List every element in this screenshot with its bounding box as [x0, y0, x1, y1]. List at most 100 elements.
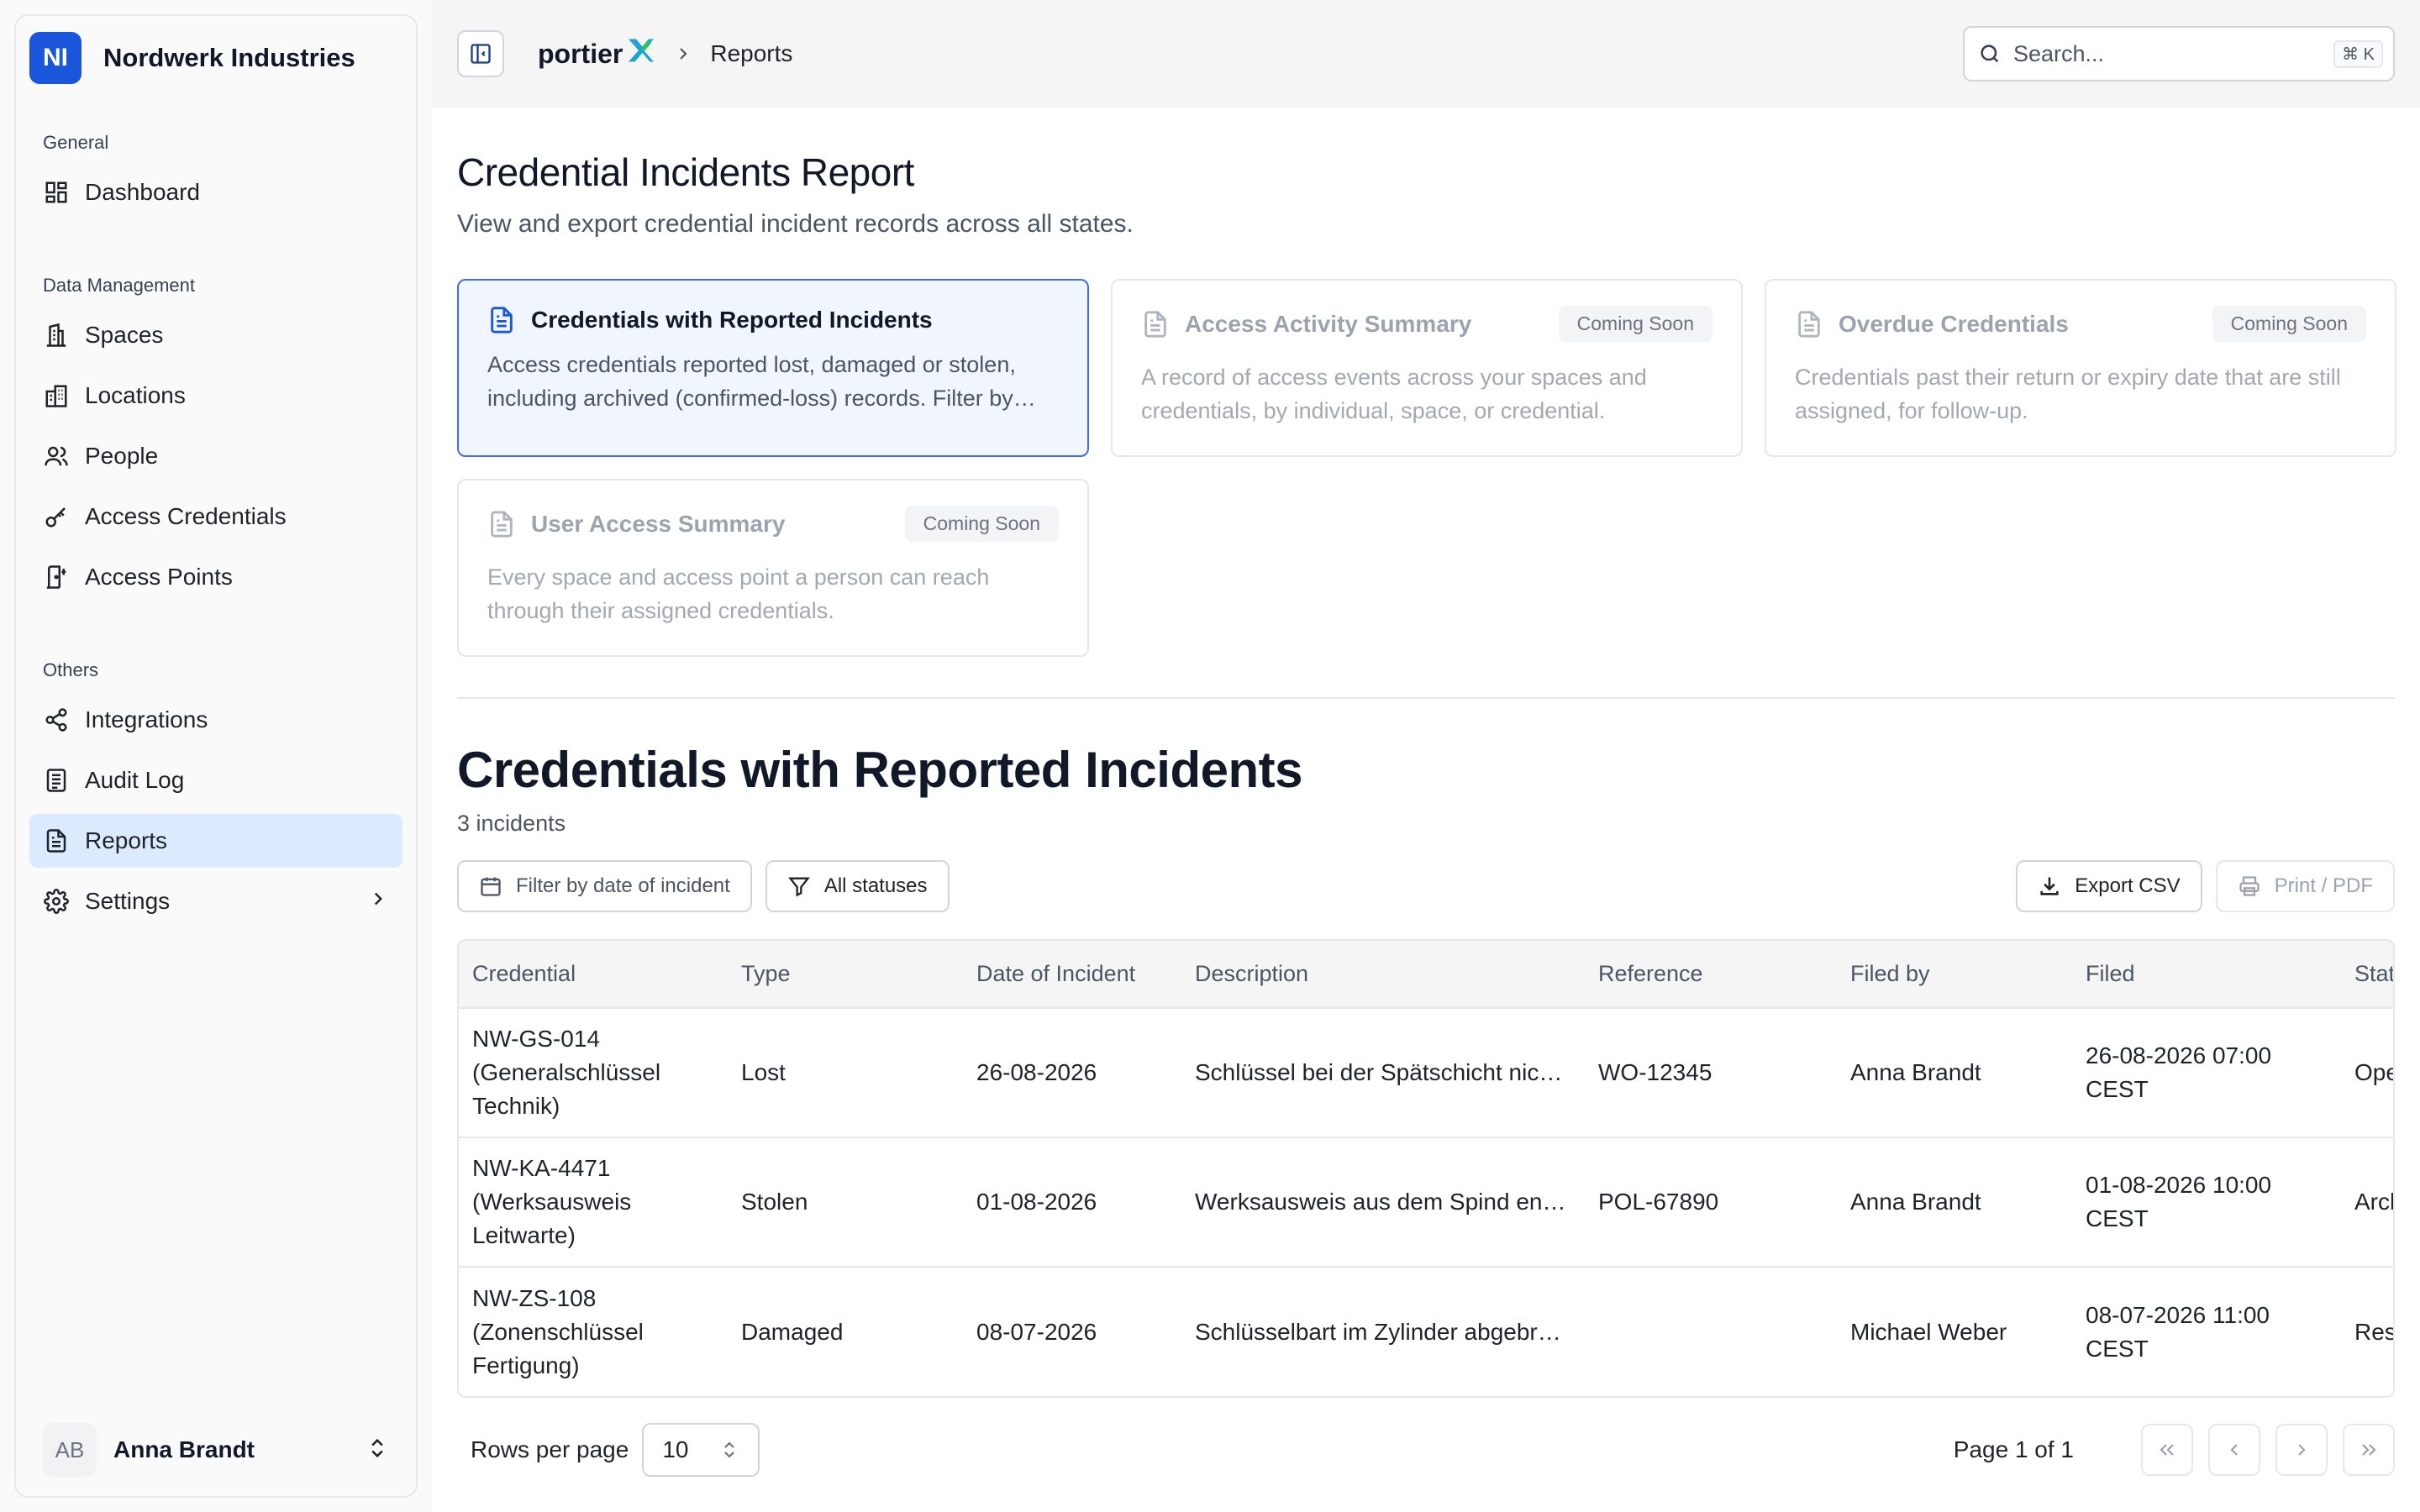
prev-page-button[interactable] [2208, 1424, 2260, 1476]
sidebar-item-access-credentials[interactable]: Access Credentials [29, 490, 402, 543]
next-page-button[interactable] [2275, 1424, 2328, 1476]
column-header[interactable]: Reference [1585, 941, 1837, 1009]
column-header[interactable]: Filed by [1837, 941, 2072, 1009]
brand-x-icon [626, 36, 656, 71]
incidents-table: Credential Type Date of Incident Descrip… [457, 939, 2395, 1398]
file-text-icon [487, 510, 516, 538]
buildings-icon [43, 382, 70, 409]
topbar: portier Reports Search... ⌘ K [432, 0, 2420, 108]
page-title: Credential Incidents Report [457, 150, 914, 194]
date-filter-button[interactable]: Filter by date of incident [457, 860, 752, 912]
sidebar-item-label: Spaces [85, 322, 164, 348]
card-title: Overdue Credentials [1839, 310, 2069, 337]
table-row[interactable]: NW-GS-014 (Generalschlüssel Technik) Los… [459, 1008, 2393, 1138]
print-pdf-label: Print / PDF [2274, 874, 2373, 897]
table-row[interactable]: NW-ZS-108 (Zonenschlüssel Fertigung) Dam… [459, 1267, 2393, 1396]
cell-filed-by: Anna Brandt [1837, 1008, 2072, 1138]
cell-credential: NW-KA-4471 (Werksausweis Leitwarte) [459, 1137, 728, 1268]
user-menu[interactable]: AB Anna Brandt [16, 1404, 416, 1496]
building-icon [43, 322, 70, 349]
date-filter-label: Filter by date of incident [516, 874, 730, 897]
report-cards: Credentials with Reported Incidents Acce… [457, 279, 2396, 657]
cell-filed-by: Michael Weber [1850, 1318, 2007, 1345]
calendar-icon [479, 874, 502, 898]
status-filter-button[interactable]: All statuses [765, 860, 950, 912]
main-area: portier Reports Search... ⌘ K Credential… [432, 0, 2420, 1512]
search-placeholder: Search... [2013, 40, 2105, 66]
breadcrumb[interactable]: Reports [710, 40, 792, 67]
first-page-button[interactable] [2141, 1424, 2193, 1476]
brand-name: portier [538, 38, 623, 69]
report-card-incidents[interactable]: Credentials with Reported Incidents Acce… [457, 279, 1089, 457]
dashboard-icon [43, 179, 70, 206]
sidebar-item-settings[interactable]: Settings [29, 874, 402, 928]
report-card-user-access: User Access Summary Coming Soon Every sp… [457, 479, 1089, 657]
card-description: Every space and access point a person ca… [487, 564, 990, 623]
cell-filed-by: Anna Brandt [1837, 1137, 2072, 1268]
rows-per-page-label: Rows per page [471, 1436, 629, 1462]
chevrons-up-down-icon [719, 1440, 739, 1460]
card-title: Credentials with Reported Incidents [531, 307, 933, 333]
card-description: Credentials past their return or expiry … [1795, 365, 2341, 423]
sidebar-item-dashboard[interactable]: Dashboard [29, 165, 402, 219]
log-icon [43, 767, 70, 794]
cell-description: Schlüsselbart im Zylinder abgebrochen [1195, 1318, 1585, 1345]
cell-type: Damaged [741, 1318, 844, 1345]
sidebar-item-label: People [85, 443, 159, 469]
table-row[interactable]: NW-KA-4471 (Werksausweis Leitwarte) Stol… [459, 1137, 2393, 1268]
nav-group-label: Others [43, 659, 99, 680]
print-pdf-button[interactable]: Print / PDF [2215, 860, 2395, 912]
cell-status: Open [2341, 1008, 2393, 1138]
chevron-right-icon [673, 44, 693, 64]
sidebar-item-label: Settings [85, 888, 171, 914]
sidebar-item-label: Access Points [85, 564, 233, 590]
org-name: Nordwerk Industries [103, 43, 355, 72]
coming-soon-badge: Coming Soon [2212, 306, 2366, 342]
rows-per-page-select[interactable]: 10 [642, 1423, 760, 1477]
chevron-right-icon [2298, 1444, 2306, 1456]
column-header[interactable]: Credential [459, 941, 728, 1009]
avatar: AB [43, 1423, 97, 1477]
incident-count: 3 incidents [457, 811, 566, 836]
export-csv-button[interactable]: Export CSV [2016, 860, 2202, 912]
org-logo: NI [29, 32, 82, 84]
chevron-right-icon [367, 888, 389, 916]
column-header[interactable]: Filed [2072, 941, 2341, 1009]
table-toolbar: Filter by date of incident All statuses … [457, 860, 2395, 912]
nav-group-label: General [43, 132, 109, 153]
coming-soon-badge: Coming Soon [904, 506, 1059, 542]
sidebar-item-reports[interactable]: Reports [29, 814, 402, 868]
cell-status: Archived [2341, 1137, 2393, 1268]
sidebar-item-integrations[interactable]: Integrations [29, 693, 402, 747]
last-page-button[interactable] [2343, 1424, 2395, 1476]
chevron-left-icon [2230, 1444, 2238, 1456]
cell-reference: WO-12345 [1585, 1008, 1837, 1138]
report-card-access-activity: Access Activity Summary Coming Soon A re… [1111, 279, 1743, 457]
sidebar-item-people[interactable]: People [29, 429, 402, 483]
search-input[interactable]: Search... ⌘ K [1963, 26, 2395, 81]
rows-per-page-value: 10 [662, 1436, 689, 1462]
column-header[interactable]: Description [1181, 941, 1585, 1009]
user-name: Anna Brandt [113, 1436, 255, 1462]
download-icon [2038, 874, 2061, 898]
column-header[interactable]: Type [728, 941, 963, 1009]
chevrons-right-icon [2362, 1444, 2376, 1456]
sidebar-item-locations[interactable]: Locations [29, 369, 402, 423]
sidebar-item-label: Integrations [85, 706, 208, 732]
sidebar-item-spaces[interactable]: Spaces [29, 308, 402, 362]
sidebar-toggle-button[interactable] [457, 30, 504, 77]
brand-logo[interactable]: portier [538, 36, 656, 71]
sidebar-item-label: Reports [85, 827, 168, 853]
report-card-overdue: Overdue Credentials Coming Soon Credenti… [1765, 279, 2396, 457]
cell-filed: 01-08-2026 10:00 CEST [2072, 1137, 2341, 1268]
cell-type: Lost [728, 1008, 963, 1138]
sidebar-item-access-points[interactable]: Access Points [29, 550, 402, 604]
people-icon [43, 443, 70, 470]
cell-filed: 26-08-2026 07:00 CEST [2072, 1008, 2341, 1138]
page-info: Page 1 of 1 [1953, 1436, 2074, 1462]
org-switcher[interactable]: NI Nordwerk Industries [16, 16, 416, 100]
sidebar-item-audit-log[interactable]: Audit Log [29, 753, 402, 807]
sidebar-item-label: Dashboard [85, 179, 200, 205]
column-header[interactable]: Status [2341, 941, 2393, 1009]
column-header[interactable]: Date of Incident [963, 941, 1181, 1009]
